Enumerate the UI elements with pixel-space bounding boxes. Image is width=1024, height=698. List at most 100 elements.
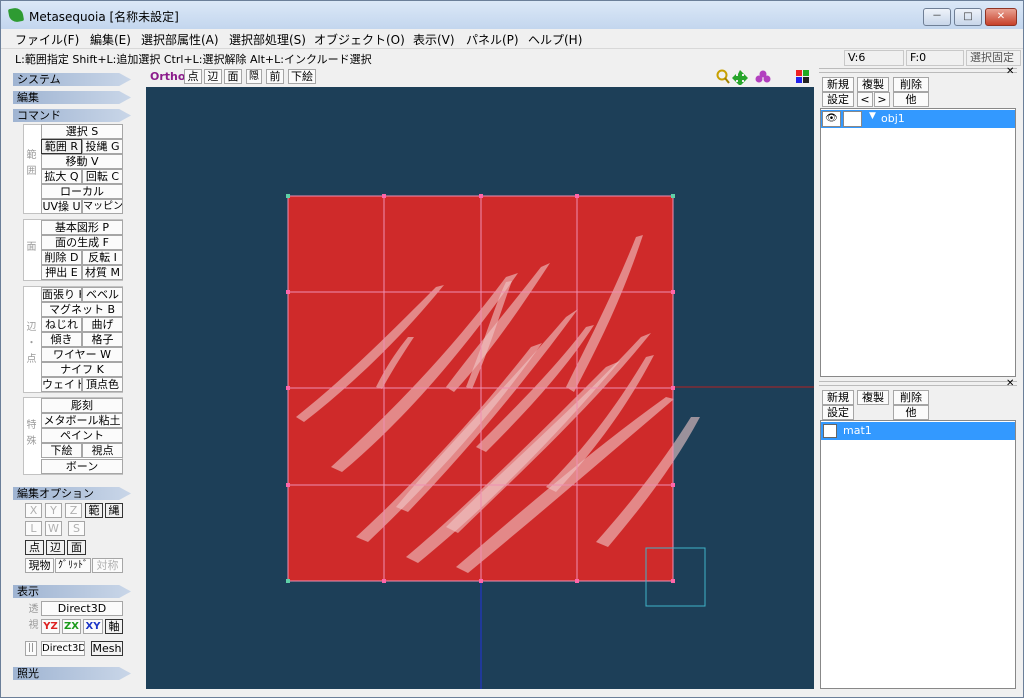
cmd-select[interactable]: 選択 S (41, 124, 123, 139)
display-direct3d[interactable]: Direct3D (41, 601, 123, 616)
cmd-rope[interactable]: 投縄 G (82, 139, 123, 154)
material-new-button[interactable]: 新規 (822, 390, 854, 405)
cmd-tilt[interactable]: 傾き (41, 332, 82, 347)
cmd-mapping[interactable]: マッピング (82, 199, 123, 214)
menu-view[interactable]: 表示(V) (413, 31, 455, 48)
material-other-button[interactable]: 他 (893, 405, 929, 420)
section-edit[interactable]: 編集 (13, 91, 131, 104)
render-direct3d-button[interactable]: Direct3D (41, 641, 85, 656)
view-face-toggle[interactable]: 面 (224, 69, 242, 84)
menu-help[interactable]: ヘルプ(H) (528, 31, 582, 48)
cmd-bend[interactable]: 曲げ (82, 317, 123, 332)
cmd-sculpt[interactable]: 彫刻 (41, 398, 123, 413)
section-system[interactable]: システム (13, 73, 131, 86)
object-row-obj1[interactable]: 👁 ▼ obj1 (821, 110, 1015, 128)
lock-toggle[interactable] (843, 111, 862, 127)
cmd-magnet[interactable]: マグネット B (41, 302, 123, 317)
view-yz-button[interactable]: YZ (41, 619, 60, 634)
menu-edit[interactable]: 編集(E) (90, 31, 131, 48)
object-panel-close-icon[interactable]: ✕ (1006, 66, 1014, 77)
object-other-button[interactable]: 他 (893, 92, 929, 107)
section-lighting[interactable]: 照光 (13, 667, 131, 680)
3d-viewport[interactable] (146, 87, 814, 689)
ortho-toggle[interactable]: Ortho (150, 70, 185, 83)
cmd-bevel[interactable]: ベベル (82, 287, 123, 302)
opt-symmetry[interactable]: 対称 (92, 558, 123, 573)
opt-face[interactable]: 面 (67, 540, 86, 555)
cmd-face-generate[interactable]: 面の生成 F (41, 235, 123, 250)
minimize-button[interactable]: － (923, 8, 951, 26)
menu-selection-process[interactable]: 選択部処理(S) (229, 31, 306, 48)
opt-rope[interactable]: 縄 (105, 503, 123, 518)
opt-screen[interactable]: S (68, 521, 85, 536)
cmd-lattice[interactable]: 格子 (82, 332, 123, 347)
opt-y[interactable]: Y (45, 503, 62, 518)
selection-lock-button[interactable]: 選択固定 (966, 50, 1021, 66)
cmd-viewpoint[interactable]: 視点 (82, 443, 123, 458)
opt-real[interactable]: 現物 (25, 558, 54, 573)
cmd-underlay[interactable]: 下絵 (41, 443, 82, 458)
cmd-extrude[interactable]: 押出 E (41, 265, 82, 280)
section-edit-options[interactable]: 編集オプション (13, 487, 131, 500)
view-point-toggle[interactable]: 点 (184, 69, 202, 84)
opt-grid[interactable]: ｸﾞﾘｯﾄﾞ (55, 558, 91, 573)
view-edge-toggle[interactable]: 辺 (204, 69, 222, 84)
opt-edge[interactable]: 辺 (46, 540, 65, 555)
view-hidden-toggle[interactable]: 隠 (246, 69, 262, 84)
cmd-metaball[interactable]: メタボール粘土 (41, 413, 123, 428)
view-front-toggle[interactable]: 前 (266, 69, 284, 84)
object-settings-button[interactable]: 設定 (822, 92, 854, 107)
material-copy-button[interactable]: 複製 (857, 390, 889, 405)
opt-point[interactable]: 点 (25, 540, 44, 555)
cmd-uv[interactable]: UV操 U (41, 199, 82, 214)
material-panel-grip[interactable] (819, 381, 1017, 386)
view-xy-button[interactable]: XY (83, 619, 103, 634)
cmd-move[interactable]: 移動 V (41, 154, 123, 169)
axis-toggle-button[interactable]: 軸 (105, 619, 123, 634)
expand-triangle-icon[interactable]: ▼ (869, 111, 876, 121)
color-palette-icon[interactable] (796, 70, 809, 83)
cmd-local[interactable]: ローカル (41, 184, 123, 199)
object-copy-button[interactable]: 複製 (857, 77, 889, 92)
cmd-paint[interactable]: ペイント (41, 428, 123, 443)
material-row-mat1[interactable]: mat1 (821, 422, 1015, 440)
cmd-bone[interactable]: ボーン (41, 459, 123, 474)
cmd-scale[interactable]: 拡大 Q (41, 169, 82, 184)
object-panel-grip[interactable] (819, 68, 1017, 73)
cmd-stretch[interactable]: 面張り H (41, 287, 82, 302)
cmd-flip[interactable]: 反転 I (82, 250, 123, 265)
opt-z[interactable]: Z (65, 503, 82, 518)
cmd-primitive[interactable]: 基本図形 P (41, 220, 123, 235)
opt-x[interactable]: X (25, 503, 42, 518)
opt-world[interactable]: W (45, 521, 62, 536)
cmd-vertex-color[interactable]: 頂点色 (82, 377, 123, 392)
close-button[interactable]: ✕ (985, 8, 1017, 26)
view-zx-button[interactable]: ZX (62, 619, 81, 634)
material-delete-button[interactable]: 削除 (893, 390, 929, 405)
cmd-knife[interactable]: ナイフ K (41, 362, 123, 377)
render-mesh-button[interactable]: Mesh (91, 641, 123, 656)
object-prev-button[interactable]: < (857, 92, 873, 107)
opt-range[interactable]: 範 (85, 503, 103, 518)
menu-panel[interactable]: パネル(P) (466, 31, 519, 48)
rotate-icon[interactable] (755, 70, 771, 83)
cmd-material[interactable]: 材質 M (82, 265, 123, 280)
object-delete-button[interactable]: 削除 (893, 77, 929, 92)
menu-object[interactable]: オブジェクト(O) (314, 31, 405, 48)
section-display[interactable]: 表示 (13, 585, 131, 598)
cmd-delete[interactable]: 削除 D (41, 250, 82, 265)
material-settings-button[interactable]: 設定 (822, 405, 854, 420)
cmd-weight[interactable]: ウェイト (41, 377, 82, 392)
maximize-button[interactable]: □ (954, 8, 982, 26)
cmd-rotate[interactable]: 回転 C (82, 169, 123, 184)
opt-local[interactable]: L (25, 521, 42, 536)
material-color-swatch[interactable] (823, 424, 837, 438)
cmd-wire[interactable]: ワイヤー W (41, 347, 123, 362)
object-next-button[interactable]: > (874, 92, 890, 107)
material-panel-close-icon[interactable]: ✕ (1006, 378, 1014, 389)
view-underlay-toggle[interactable]: 下絵 (288, 69, 316, 84)
visibility-eye-icon[interactable]: 👁 (822, 111, 841, 127)
pan-icon[interactable] (732, 70, 748, 85)
menu-file[interactable]: ファイル(F) (15, 31, 79, 48)
section-command[interactable]: コマンド (13, 109, 131, 122)
